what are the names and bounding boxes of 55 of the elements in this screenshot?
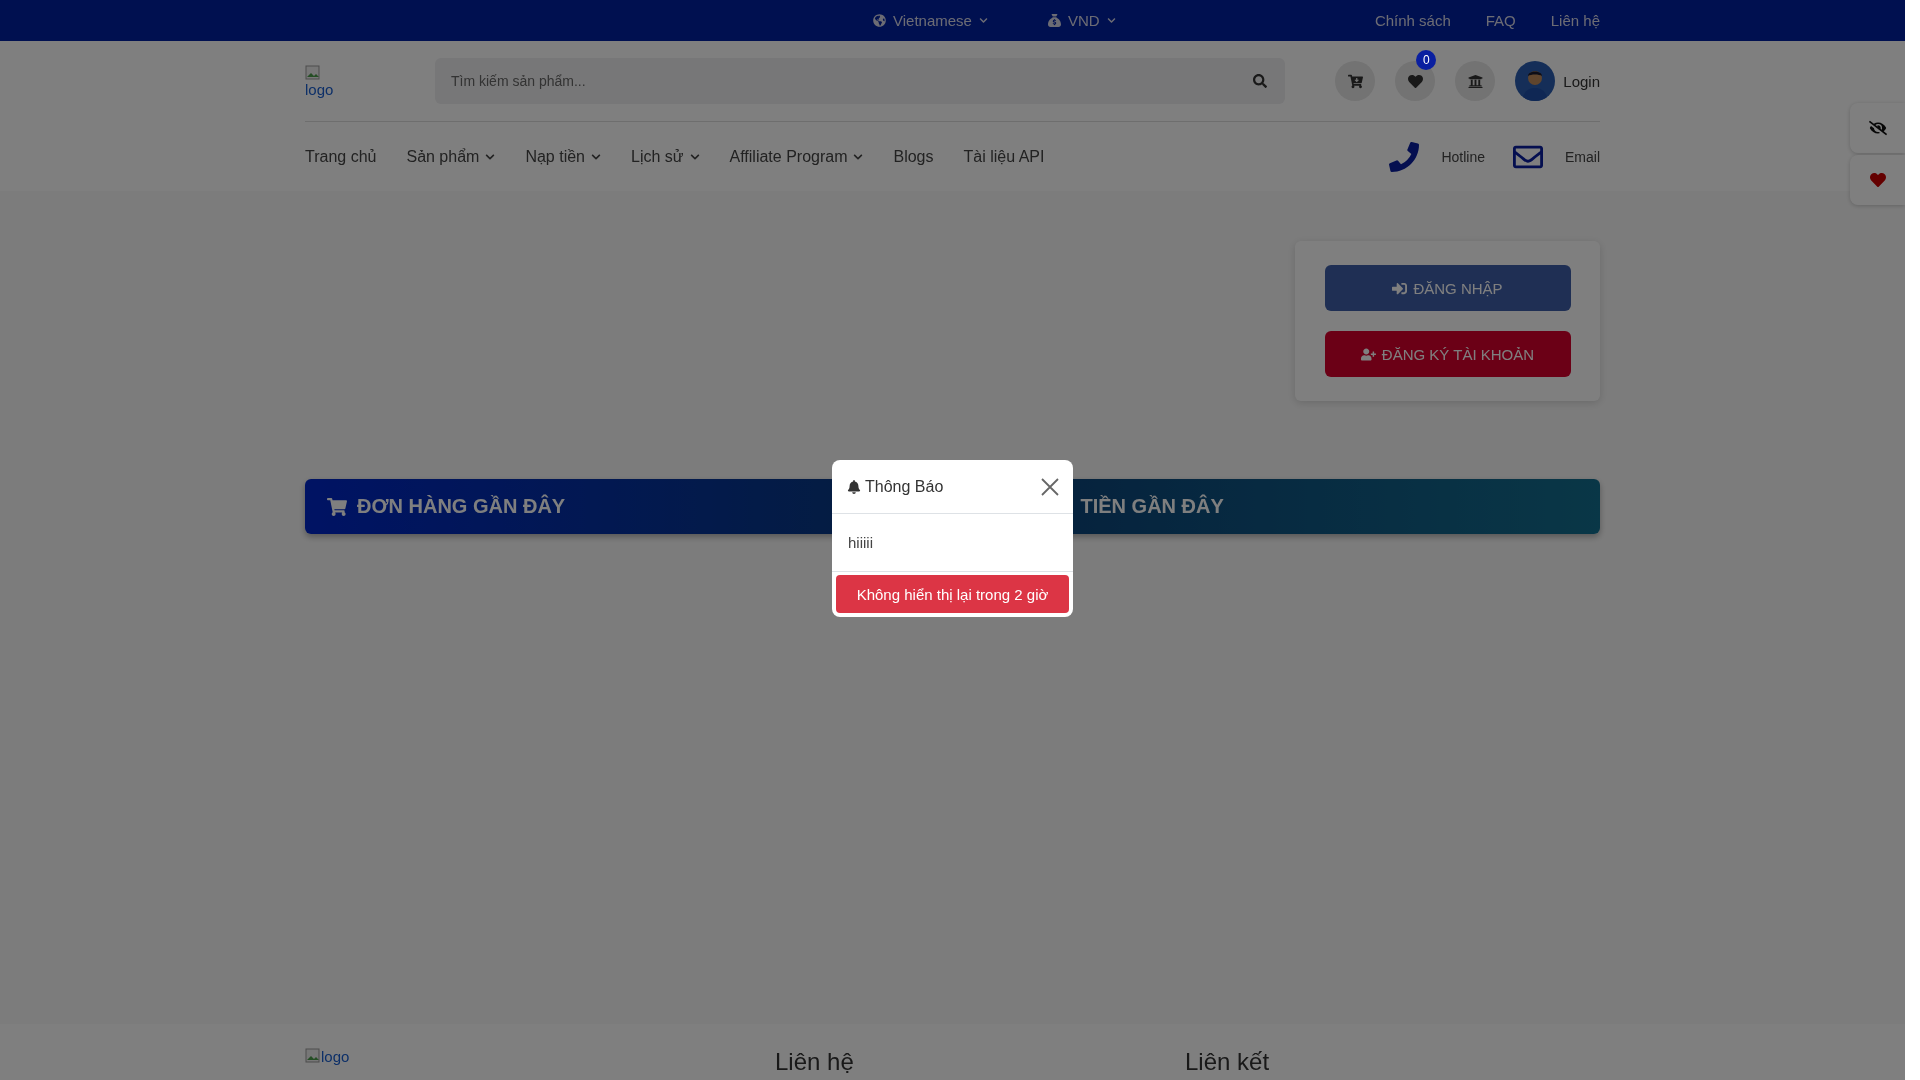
section-title: TIỀN GẦN ĐÂY: [1080, 493, 1224, 519]
top-link[interactable]: FAQ: [1485, 12, 1516, 29]
phone-icon: [1389, 141, 1420, 172]
email-link[interactable]: Email: [1513, 141, 1600, 172]
top-link[interactable]: Liên hệ: [1550, 12, 1600, 29]
cart-button[interactable]: [1335, 61, 1376, 101]
footer-heading: Liên kết: [1185, 1048, 1270, 1076]
login-button[interactable]: Login: [1515, 61, 1600, 101]
nav-link[interactable]: Blogs: [893, 147, 934, 166]
section-title: ĐƠN HÀNG GẦN ĐÂY: [327, 479, 566, 534]
search-icon[interactable]: [1253, 74, 1267, 88]
sign-in-icon: [1392, 280, 1408, 296]
nav-link[interactable]: Nạp tiền: [525, 147, 601, 166]
chevron-icon: [591, 151, 601, 162]
count-badge: 0: [1416, 50, 1437, 70]
avatar-icon: [1515, 61, 1556, 101]
favorite-button[interactable]: [1850, 155, 1905, 205]
cart-icon: [1347, 73, 1363, 89]
search-field[interactable]: Tìm kiếm sản phẩm...: [435, 58, 1285, 104]
dismiss-button[interactable]: Không hiển thị lại trong 2 giờ: [836, 575, 1069, 613]
footer-logo-image[interactable]: logo: [305, 1048, 775, 1076]
nav-link[interactable]: Trang chủ: [305, 147, 377, 166]
nav-link[interactable]: Sản phẩm: [406, 147, 496, 166]
top-link[interactable]: Chính sách: [1374, 12, 1451, 29]
nav-link[interactable]: Tài liệu API: [963, 147, 1045, 166]
dialog-title: Thông Báo: [847, 477, 944, 496]
close-button[interactable]: [1039, 475, 1061, 498]
heart-icon: [1869, 172, 1886, 188]
cart-icon: [327, 496, 347, 517]
chevron-icon: [853, 151, 864, 162]
chevron-icon: [689, 151, 700, 162]
logo-image[interactable]: logo: [305, 64, 435, 98]
chevron-icon: [1106, 16, 1116, 25]
nav-link[interactable]: Lịch sử: [631, 147, 700, 166]
language-selector[interactable]: Vietnamese: [873, 12, 988, 29]
bell-icon: [847, 479, 861, 494]
money-bag-icon: [1047, 14, 1061, 27]
nav-link[interactable]: Affiliate Program: [729, 147, 864, 166]
dialog-message: hiiiii: [832, 514, 1073, 572]
chevron-icon: [978, 16, 988, 25]
phone-link[interactable]: Hotline: [1389, 141, 1485, 172]
bank-icon: [1467, 73, 1483, 89]
footer-heading: Liên hệ: [775, 1048, 855, 1076]
broken-image-icon: [305, 1048, 321, 1064]
hide-button[interactable]: [1850, 103, 1905, 153]
bank-button[interactable]: [1455, 61, 1496, 101]
heart-icon: [1407, 73, 1423, 89]
broken-image-icon: [305, 64, 321, 81]
chevron-icon: [485, 151, 496, 162]
globe-icon: [873, 14, 886, 27]
eye-slash-icon: [1868, 119, 1887, 137]
register-button[interactable]: ĐĂNG KÝ TÀI KHOẢN: [1324, 331, 1571, 377]
user-plus-icon: [1360, 346, 1376, 362]
currency-selector[interactable]: VND: [1047, 12, 1116, 29]
login-button[interactable]: ĐĂNG NHẬP: [1324, 265, 1571, 311]
